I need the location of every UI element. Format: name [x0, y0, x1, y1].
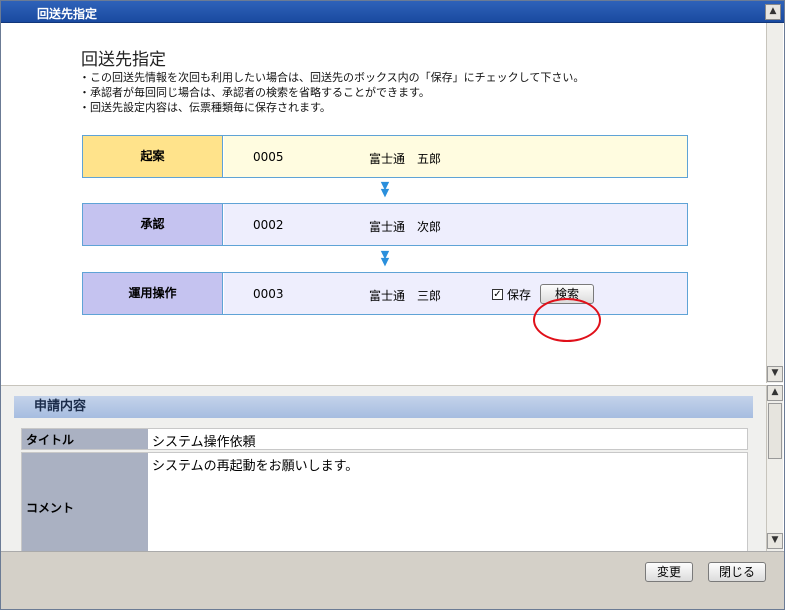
section-header: 申請内容: [14, 396, 753, 418]
highlight-circle: [533, 298, 601, 342]
route-pane: 回送先指定 ・この回送先情報を次回も利用したい場合は、回送先のボックス内の「保存…: [1, 23, 766, 383]
page-title: 回送先指定: [81, 50, 166, 70]
title-bar: 回送先指定 ▲: [1, 1, 784, 23]
step-label: 承認: [83, 204, 223, 245]
upper-scrollbar[interactable]: ▼: [766, 23, 783, 383]
chevron-down-icon: ▼ ▼: [380, 179, 390, 199]
footer-bar: 変更 閉じる: [1, 551, 784, 609]
route-step-operation: 運用操作 0003 富士通 三郎 ✓ 保存 検索: [82, 272, 688, 315]
scroll-down-icon[interactable]: ▼: [767, 533, 783, 549]
note-line: ・承認者が毎回同じ場合は、承認者の検索を省略することができます。: [79, 86, 430, 99]
save-label: 保存: [507, 288, 532, 302]
field-key: コメント: [22, 453, 148, 551]
step-person: 富士通 次郎: [369, 220, 442, 234]
field-value: システムの再起動をお願いします。: [152, 459, 359, 474]
note-line: ・この回送先情報を次回も利用したい場合は、回送先のボックス内の「保存」にチェック…: [79, 71, 585, 84]
checkbox-checked-icon[interactable]: ✓: [492, 289, 503, 300]
lower-scrollbar[interactable]: ▲ ▼: [766, 385, 783, 551]
step-code: 0002: [253, 218, 284, 232]
step-person: 富士通 五郎: [369, 152, 442, 166]
step-label: 起案: [83, 136, 223, 177]
scroll-up-icon[interactable]: ▲: [765, 4, 781, 20]
note-line: ・回送先設定内容は、伝票種類毎に保存されます。: [79, 101, 331, 114]
step-person: 富士通 三郎: [369, 289, 442, 303]
field-value: システム操作依頼: [152, 435, 256, 450]
table-row: コメント システムの再起動をお願いします。: [21, 452, 748, 551]
application-pane: 申請内容 タイトル システム操作依頼 コメント システムの再起動をお願いします。: [1, 385, 766, 551]
scroll-up-icon[interactable]: ▲: [767, 385, 783, 401]
scroll-down-icon[interactable]: ▼: [767, 366, 783, 382]
step-code: 0003: [253, 287, 284, 301]
chevron-down-icon: ▼ ▼: [380, 248, 390, 268]
field-key: タイトル: [22, 429, 148, 449]
dialog-window: 回送先指定 ▲ 回送先指定 ・この回送先情報を次回も利用したい場合は、回送先のボ…: [0, 0, 785, 610]
instructions: ・この回送先情報を次回も利用したい場合は、回送先のボックス内の「保存」にチェック…: [79, 70, 584, 115]
step-code: 0005: [253, 150, 284, 164]
change-button[interactable]: 変更: [645, 562, 693, 582]
route-step-draft: 起案 0005 富士通 五郎: [82, 135, 688, 178]
close-button[interactable]: 閉じる: [708, 562, 766, 582]
scroll-thumb[interactable]: [768, 403, 782, 459]
save-checkbox[interactable]: ✓ 保存: [492, 286, 531, 303]
table-row: タイトル システム操作依頼: [21, 428, 748, 450]
route-step-approve: 承認 0002 富士通 次郎: [82, 203, 688, 246]
step-label: 運用操作: [83, 273, 223, 314]
window-title: 回送先指定: [37, 7, 98, 21]
